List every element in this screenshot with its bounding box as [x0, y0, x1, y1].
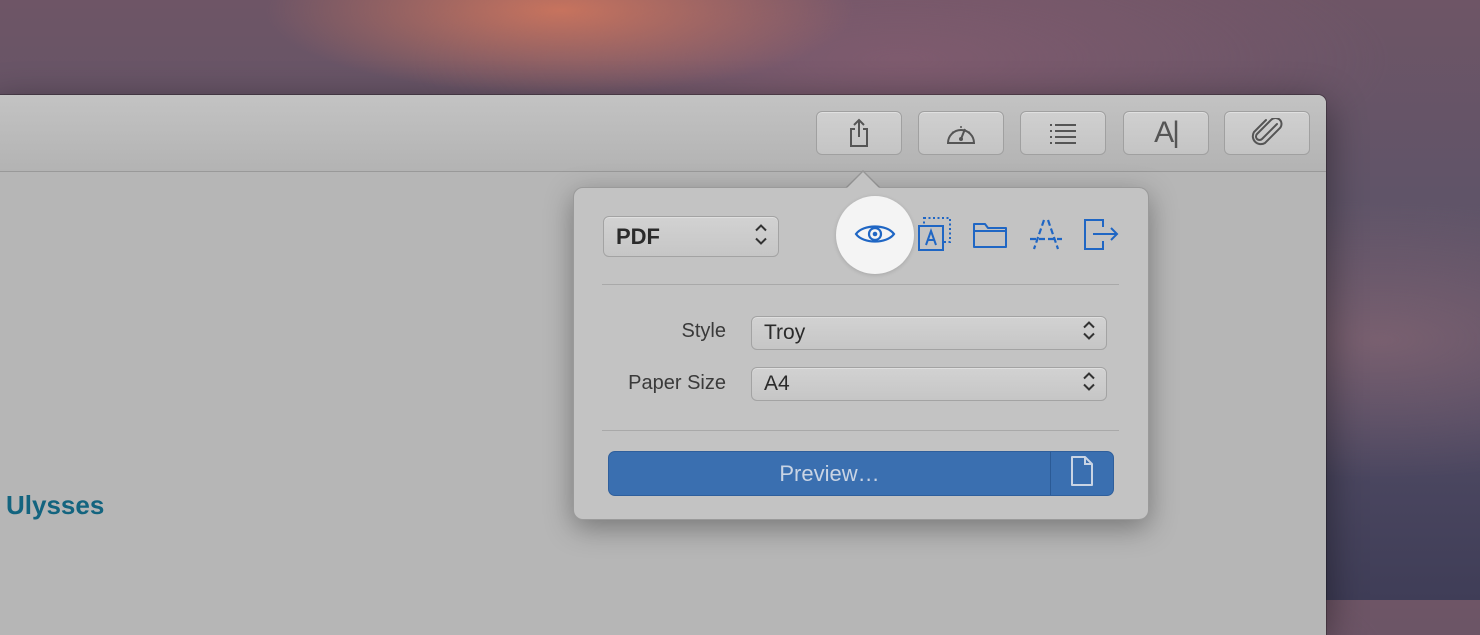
format-select-value: PDF — [616, 223, 660, 249]
export-icon — [1083, 217, 1121, 256]
gauge-icon — [944, 119, 978, 147]
preview-action-button[interactable] — [854, 214, 896, 258]
eye-icon — [854, 221, 896, 252]
text-box-icon — [916, 216, 952, 257]
attachments-button[interactable] — [1224, 111, 1310, 155]
text-box-action-button[interactable] — [914, 214, 954, 258]
share-button[interactable] — [816, 111, 902, 155]
chevron-updown-icon — [1082, 319, 1096, 348]
format-select[interactable]: PDF — [603, 216, 779, 257]
export-action-button[interactable] — [1082, 214, 1122, 258]
list-icon — [1048, 122, 1078, 144]
document-title: Ulysses — [6, 490, 105, 520]
export-file-button[interactable] — [1051, 452, 1113, 495]
outline-button[interactable] — [1020, 111, 1106, 155]
paper-size-select[interactable]: A4 — [751, 367, 1107, 401]
style-select[interactable]: Troy — [751, 316, 1107, 350]
preview-button-group: Preview… — [608, 451, 1114, 496]
popover-divider-top — [602, 284, 1119, 285]
dashboard-button[interactable] — [918, 111, 1004, 155]
paper-size-label: Paper Size — [628, 372, 726, 394]
popover-arrow-inner — [846, 172, 880, 189]
folder-action-button[interactable] — [970, 214, 1010, 258]
app-store-icon — [1027, 217, 1065, 256]
app-store-action-button[interactable] — [1026, 214, 1066, 258]
style-label: Style — [681, 320, 726, 342]
paper-size-select-value: A4 — [764, 372, 790, 395]
chevron-updown-icon — [754, 221, 768, 252]
document-icon — [1069, 455, 1095, 492]
typography-button[interactable]: A| — [1123, 111, 1209, 155]
share-icon — [846, 118, 872, 148]
paperclip-icon — [1250, 118, 1284, 148]
preview-button[interactable]: Preview… — [609, 461, 1050, 487]
text-cursor-icon: A| — [1154, 116, 1180, 149]
popover-divider-bottom — [602, 430, 1119, 431]
toolbar: A| — [0, 95, 1326, 172]
folder-icon — [972, 219, 1008, 254]
chevron-updown-icon — [1082, 370, 1096, 399]
style-select-value: Troy — [764, 321, 806, 344]
